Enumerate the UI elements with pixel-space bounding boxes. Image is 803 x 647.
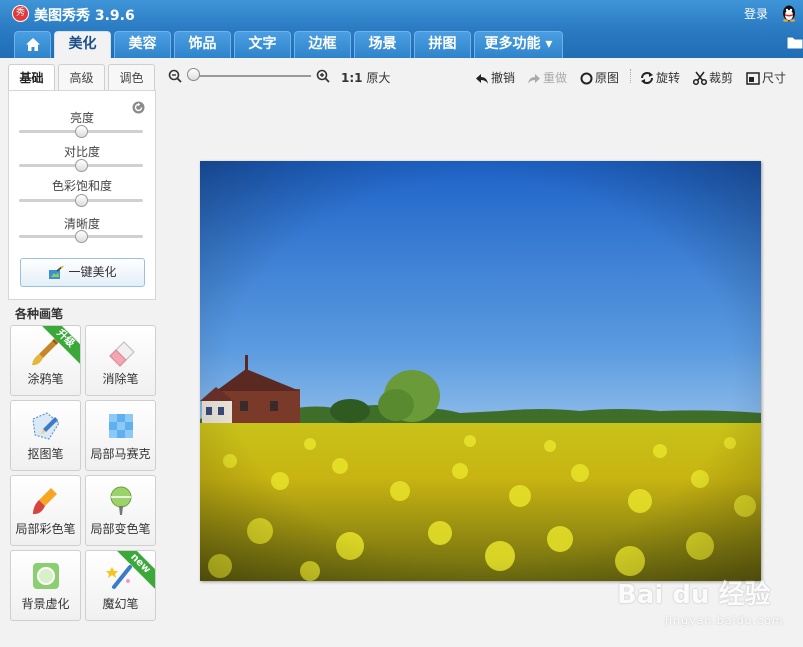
- tool-eraser-brush[interactable]: 消除笔: [85, 325, 156, 396]
- app-title: 美图秀秀 3.9.6: [34, 8, 135, 24]
- adjust-subtabs: 基础 高级 调色: [8, 64, 156, 91]
- contrast-slider-thumb[interactable]: [75, 159, 88, 172]
- home-icon: [25, 38, 40, 51]
- saturation-label: 色彩饱和度: [51, 179, 112, 193]
- background-blur-icon: [33, 563, 59, 589]
- tab-decorations[interactable]: 饰品: [174, 31, 231, 58]
- brush-section-heading: 各种画笔: [15, 307, 64, 321]
- tool-label: 背景虚化: [21, 597, 70, 611]
- tab-home[interactable]: [14, 31, 51, 58]
- tool-cutout-brush[interactable]: 抠图笔: [10, 400, 81, 471]
- zoom-slider[interactable]: [193, 75, 311, 77]
- original-image-button[interactable]: 原图: [580, 69, 619, 86]
- canola-field-photo[interactable]: [200, 161, 761, 581]
- undo-label: 撤销: [491, 71, 516, 85]
- tab-more-features[interactable]: 更多功能 ▾: [474, 31, 563, 58]
- tool-label: 局部马赛克: [90, 447, 151, 461]
- folder-icon[interactable]: [786, 34, 803, 50]
- saturation-slider-thumb[interactable]: [75, 194, 88, 207]
- tool-magic-brush[interactable]: new 魔幻笔: [85, 550, 156, 621]
- tab-beautify[interactable]: 美化: [54, 31, 111, 58]
- tool-doodle-brush[interactable]: 升级 涂鸦笔: [10, 325, 81, 396]
- title-bar: 秀 美图秀秀 3.9.6 登录: [0, 0, 803, 28]
- image-canvas[interactable]: [163, 94, 803, 647]
- zoom-out-icon[interactable]: [168, 69, 182, 83]
- sharpness-slider-thumb[interactable]: [75, 230, 88, 243]
- contrast-label: 对比度: [63, 145, 100, 159]
- rotate-button[interactable]: 旋转: [640, 69, 680, 86]
- eraser-icon: [109, 341, 135, 367]
- tool-label: 局部变色笔: [90, 522, 151, 536]
- rotate-icon: [641, 72, 653, 84]
- tool-label: 消除笔: [102, 372, 139, 386]
- rotate-label: 旋转: [656, 71, 681, 85]
- mosaic-icon: [109, 414, 133, 438]
- cutout-pen-icon: [32, 412, 60, 440]
- main-nav: 美化 美容 饰品 文字 边框 场景 拼图 更多功能 ▾: [0, 28, 803, 58]
- watermark-url: jingyan.baidu.com: [665, 614, 784, 627]
- crop-button[interactable]: 裁剪: [692, 69, 734, 86]
- tool-local-mosaic[interactable]: 局部马赛克: [85, 400, 156, 471]
- undo-button[interactable]: 撤销: [475, 69, 515, 86]
- color-brush-icon: [33, 488, 57, 515]
- tab-border[interactable]: 边框: [294, 31, 351, 58]
- magic-wand-icon: [49, 265, 64, 279]
- tab-text[interactable]: 文字: [234, 31, 291, 58]
- size-button[interactable]: 尺寸: [746, 69, 786, 86]
- original-image-icon: [580, 72, 593, 85]
- tool-label: 抠图笔: [27, 447, 64, 461]
- undo-icon: [476, 74, 488, 84]
- redo-label: 重做: [543, 71, 568, 85]
- scissors-icon: [692, 71, 708, 86]
- crop-label: 裁剪: [709, 71, 734, 85]
- tab-collage[interactable]: 拼图: [414, 31, 471, 58]
- brightness-label: 亮度: [69, 111, 94, 125]
- redo-icon: [528, 74, 540, 84]
- tab-beauty[interactable]: 美容: [114, 31, 171, 58]
- subtab-advanced[interactable]: 高级: [58, 64, 105, 91]
- canvas-toolbar: 1:1 原大 撤销 重做 原图 旋转 裁剪 尺寸: [163, 58, 803, 94]
- original-image-label: 原图: [595, 71, 620, 85]
- saturation-slider[interactable]: [19, 194, 143, 207]
- zoom-slider-thumb[interactable]: [187, 68, 200, 81]
- sharpness-slider[interactable]: [19, 230, 143, 243]
- tool-local-color-brush[interactable]: 局部彩色笔: [10, 475, 81, 546]
- brightness-slider[interactable]: [19, 125, 143, 138]
- contrast-slider[interactable]: [19, 159, 143, 172]
- tab-scene[interactable]: 场景: [354, 31, 411, 58]
- left-panel: 基础 高级 调色 亮度 对比度 色彩饱和度 清晰度 一键美化 各种画笔 升级 涂…: [0, 58, 163, 647]
- tool-label: 魔幻笔: [102, 597, 139, 611]
- tool-label: 局部彩色笔: [15, 522, 76, 536]
- redo-button[interactable]: 重做: [527, 69, 567, 86]
- tool-background-blur[interactable]: 背景虚化: [10, 550, 81, 621]
- baidu-jingyan-watermark: Bai du 经验 jingyan.baidu.com: [617, 570, 797, 630]
- one-key-beautify-button[interactable]: 一键美化: [20, 258, 145, 287]
- brightness-slider-thumb[interactable]: [75, 125, 88, 138]
- paint-bucket-icon: [110, 486, 132, 515]
- subtab-color[interactable]: 调色: [108, 64, 155, 91]
- basic-adjust-box: 亮度 对比度 色彩饱和度 清晰度 一键美化: [8, 90, 156, 300]
- tool-label: 涂鸦笔: [27, 372, 64, 386]
- zoom-in-icon[interactable]: [316, 69, 330, 83]
- app-logo-icon: 秀: [12, 5, 29, 22]
- tool-local-recolor-brush[interactable]: 局部变色笔: [85, 475, 156, 546]
- one-key-beautify-label: 一键美化: [68, 265, 117, 279]
- size-label: 尺寸: [762, 71, 787, 85]
- resize-icon: [746, 72, 760, 85]
- qq-penguin-icon[interactable]: [781, 4, 797, 22]
- actual-size-button[interactable]: 1:1 原大: [341, 69, 390, 86]
- zoom-ratio-label: 1:1: [341, 71, 363, 85]
- toolbar-separator: [630, 69, 631, 83]
- original-size-label: 原大: [366, 71, 391, 85]
- subtab-basic[interactable]: 基础: [8, 64, 55, 91]
- login-link[interactable]: 登录: [744, 5, 768, 22]
- watermark-main-text: Bai du 经验: [617, 580, 771, 610]
